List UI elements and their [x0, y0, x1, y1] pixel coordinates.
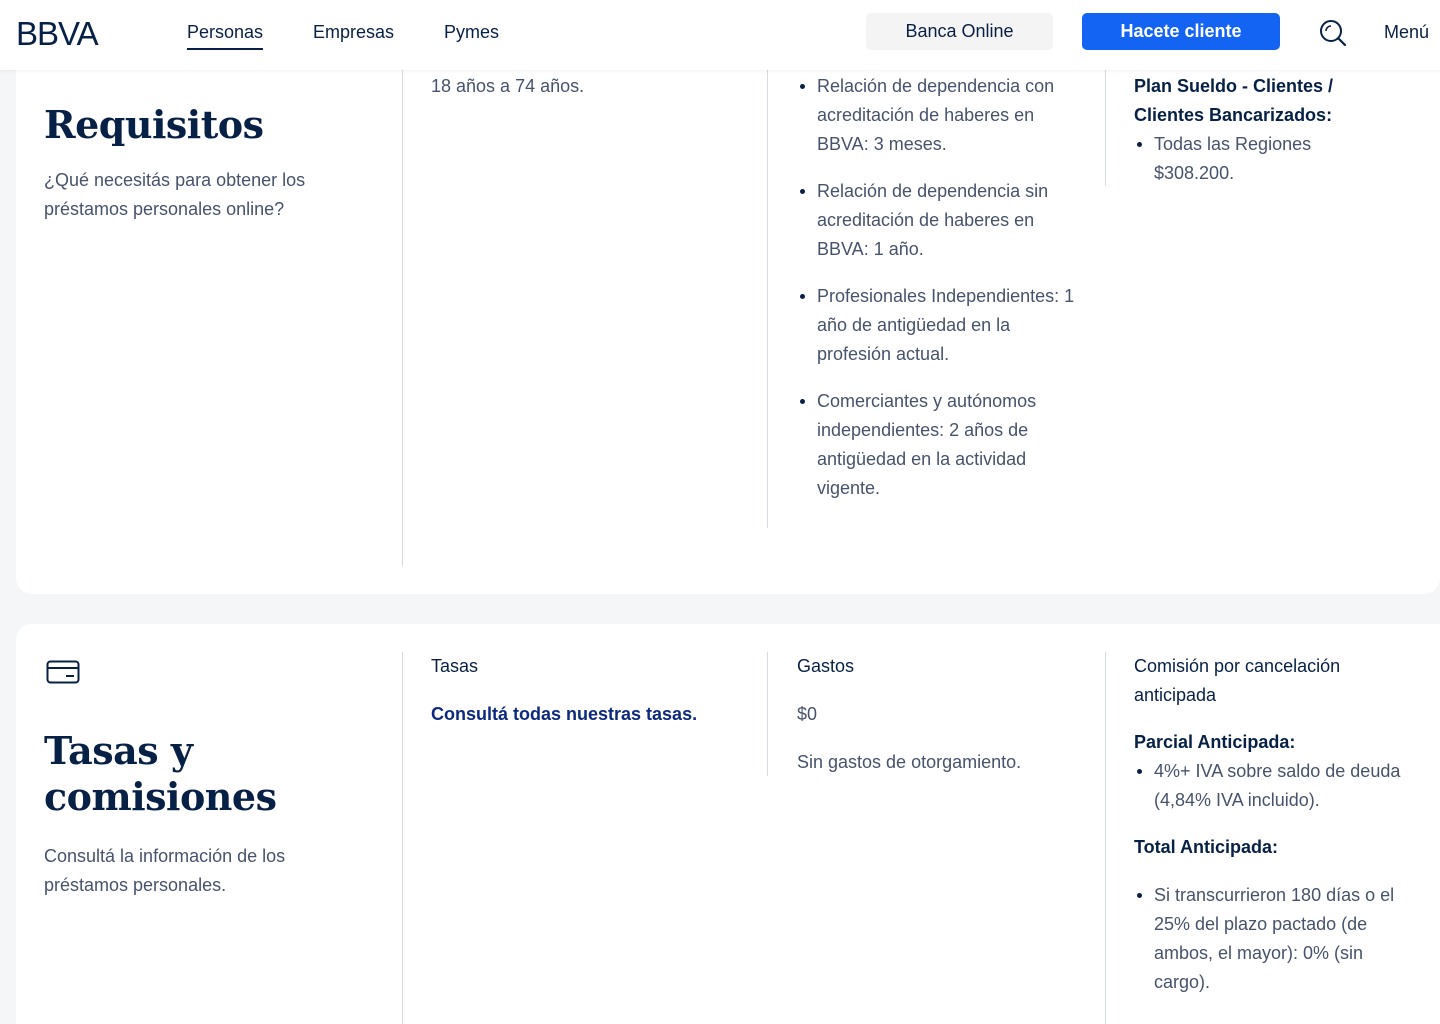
tasas-description: Consultá la información de los préstamos…	[44, 846, 286, 895]
tasas-label: Tasas	[431, 656, 479, 676]
gastos-label: Gastos	[797, 656, 855, 676]
ingresos-list: Todas las Regiones $308.200.	[1134, 130, 1354, 188]
tasas-card: Tasas y comisiones Consultá la informaci…	[16, 624, 1440, 1024]
gastos-note: Sin gastos de otorgamiento.	[797, 752, 1022, 772]
column-divider	[402, 652, 403, 1024]
column-divider	[402, 70, 403, 566]
list-item: Relación de dependencia con acreditación…	[800, 72, 1079, 159]
menu-button[interactable]: Menú	[1384, 20, 1429, 44]
nav-empresas[interactable]: Empresas	[313, 20, 394, 44]
list-item: Todas las Regiones $308.200.	[1137, 130, 1354, 188]
banca-online-button[interactable]: Banca Online	[866, 13, 1053, 50]
hacete-cliente-button[interactable]: Hacete cliente	[1082, 13, 1280, 50]
nav-pymes[interactable]: Pymes	[444, 20, 499, 44]
requisitos-card: Requisitos ¿Qué necesitás para obtener l…	[16, 70, 1440, 594]
list-item: Relación de dependencia sin acreditación…	[800, 177, 1079, 264]
credit-card-icon	[46, 660, 80, 684]
parcial-label: Parcial Anticipada:	[1134, 732, 1296, 752]
tasas-title: Tasas y comisiones	[44, 728, 277, 819]
total-list: Si transcurrieron 180 días o el 25% del …	[1134, 881, 1404, 997]
list-item: 4%+ IVA sobre saldo de deuda (4,84% IVA …	[1137, 757, 1404, 815]
parcial-list: 4%+ IVA sobre saldo de deuda (4,84% IVA …	[1134, 757, 1404, 815]
nav-personas[interactable]: Personas	[187, 20, 264, 50]
total-label: Total Anticipada:	[1134, 837, 1278, 857]
bbva-logo[interactable]: BBVA	[16, 17, 99, 50]
top-header: BBVA Personas Empresas Pymes Banca Onlin…	[0, 0, 1440, 70]
tasas-link[interactable]: Consultá todas nuestras tasas.	[431, 700, 697, 729]
antiguedad-list: Relación de dependencia con acreditación…	[797, 72, 1079, 503]
column-divider	[767, 652, 768, 776]
list-item: Profesionales Independientes: 1 año de a…	[800, 282, 1079, 369]
edad-text: 18 años a 74 años.	[431, 76, 585, 96]
ingresos-label: Plan Sueldo - Clientes / Clientes Bancar…	[1134, 76, 1334, 125]
comision-label: Comisión por cancelación anticipada	[1134, 656, 1341, 705]
requisitos-title: Requisitos	[44, 102, 264, 147]
list-item: Si transcurrieron 180 días o el 25% del …	[1137, 881, 1404, 997]
gastos-value: $0	[797, 704, 818, 724]
list-item: Comerciantes y autónomos independientes:…	[800, 387, 1079, 503]
column-divider	[1105, 652, 1106, 1024]
column-divider	[1105, 70, 1106, 186]
search-icon[interactable]	[1318, 18, 1348, 48]
requisitos-description: ¿Qué necesitás para obtener los préstamo…	[44, 170, 306, 219]
column-divider	[767, 70, 768, 528]
